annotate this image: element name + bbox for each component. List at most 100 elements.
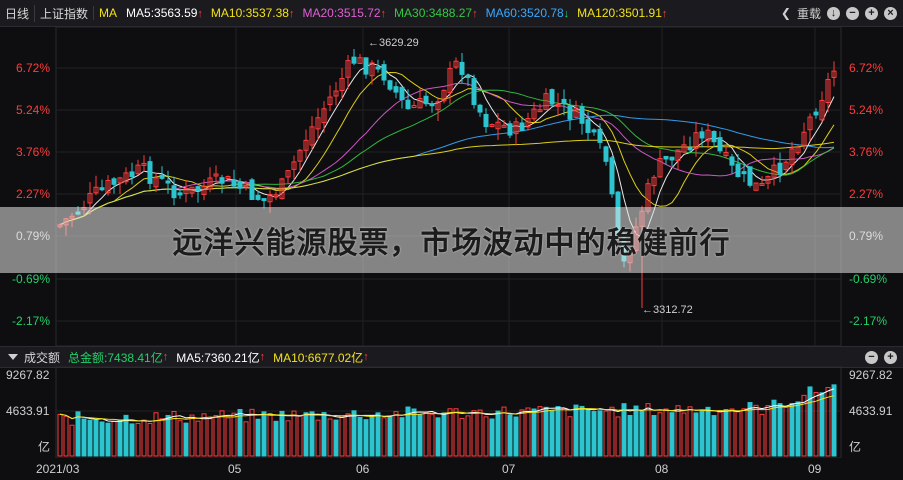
volume-bar [63, 415, 69, 457]
volume-bar [255, 418, 261, 457]
low-annotation: ←3312.72 [642, 304, 693, 316]
collapse-triangle-icon[interactable] [8, 354, 18, 360]
date-label-sep: 09 [808, 462, 822, 476]
volume-bar [147, 423, 153, 457]
candle-body [711, 130, 717, 143]
volume-bar [471, 410, 477, 457]
candle-body [399, 86, 405, 101]
price-axis-label-r: -2.17% [849, 314, 888, 328]
volume-bar [129, 423, 135, 457]
date-axis: 2021/03 05 06 07 08 09 [0, 458, 903, 480]
volume-bar [507, 414, 513, 457]
volume-bar [789, 403, 795, 457]
date-label-jun: 06 [356, 462, 370, 476]
volume-bar [807, 386, 813, 457]
volume-bar [543, 406, 549, 457]
price-axis-label-r: 5.24% [849, 103, 884, 117]
volume-bar [687, 406, 693, 457]
volume-bar [537, 406, 543, 457]
volume-bar [675, 405, 681, 457]
volume-bar [309, 411, 315, 457]
volume-bar [609, 406, 615, 457]
volume-bar [483, 416, 489, 457]
candle-body [663, 155, 669, 160]
volume-chart[interactable] [0, 366, 903, 458]
volume-bar [549, 409, 555, 457]
volume-label[interactable]: 成交额 [24, 349, 68, 366]
candle-body [171, 185, 177, 199]
candle-body [507, 123, 513, 136]
volume-bar [315, 419, 321, 457]
volume-bar [321, 412, 327, 457]
volume-bar [231, 412, 237, 457]
candle-body [99, 187, 105, 191]
volume-bar [669, 412, 675, 457]
candle-body [729, 156, 735, 166]
volume-bar [729, 408, 735, 457]
volume-header: 成交额 总金额:7438.41亿 ↑ MA5:7360.21亿 ↑ MA10:667… [0, 346, 903, 368]
candle-body [363, 57, 369, 75]
volume-bar [381, 417, 387, 457]
volume-bar [573, 404, 579, 457]
candle-body [159, 174, 165, 179]
volume-bar [753, 404, 759, 457]
volume-bar [303, 412, 309, 457]
volume-bar [699, 410, 705, 457]
candle-body [549, 89, 555, 105]
volume-bar [645, 403, 651, 457]
volume-bar [207, 418, 213, 457]
volume-bar [135, 422, 141, 457]
date-label-aug: 08 [655, 462, 669, 476]
volume-bar [735, 411, 741, 457]
candlestick-chart[interactable] [0, 0, 903, 346]
volume-bar [153, 412, 159, 457]
candle-body [591, 129, 597, 133]
candle-body [717, 137, 723, 152]
volume-bar [351, 410, 357, 457]
volume-bar [369, 415, 375, 457]
candle-body [393, 86, 399, 93]
volume-bar [585, 408, 591, 457]
volume-bar [195, 420, 201, 457]
candle-body [387, 80, 393, 90]
candle-body [813, 111, 819, 116]
candle-body [375, 66, 381, 70]
plus-icon[interactable]: + [884, 350, 897, 364]
volume-bar [141, 419, 147, 457]
volume-bar [291, 410, 297, 457]
volume-bar [93, 419, 99, 457]
candle-body [777, 162, 783, 175]
volume-bar [339, 415, 345, 457]
candle-body [459, 61, 465, 75]
volume-bar [567, 416, 573, 457]
volume-bar [621, 403, 627, 457]
date-label-may: 05 [228, 462, 242, 476]
volume-bar [267, 412, 273, 457]
volume-bar [705, 406, 711, 457]
volume-bar [615, 416, 621, 457]
minus-icon[interactable]: − [865, 350, 878, 364]
date-label-start: 2021/03 [36, 462, 80, 476]
candle-body [519, 122, 525, 131]
candle-body [255, 194, 261, 200]
volume-bar [87, 419, 93, 457]
volume-bar [579, 405, 585, 457]
price-axis-label-l: 2.27% [16, 187, 51, 201]
volume-bar [99, 421, 105, 457]
candle-body [699, 131, 705, 139]
candle-body [249, 179, 255, 200]
candle-body [195, 186, 201, 192]
volume-bar [633, 405, 639, 457]
candle-body [579, 106, 585, 124]
volume-bar [717, 411, 723, 457]
volume-bar [453, 408, 459, 457]
total-amount: 总金额:7438.41亿 [68, 350, 163, 365]
volume-bar [783, 406, 789, 457]
volume-bar [561, 407, 567, 457]
candle-body [741, 171, 747, 175]
volume-bar [423, 411, 429, 457]
price-axis-label-l: 6.72% [16, 61, 51, 75]
volume-bar [417, 414, 423, 457]
volume-bar [813, 392, 819, 457]
volume-bar [429, 413, 435, 457]
